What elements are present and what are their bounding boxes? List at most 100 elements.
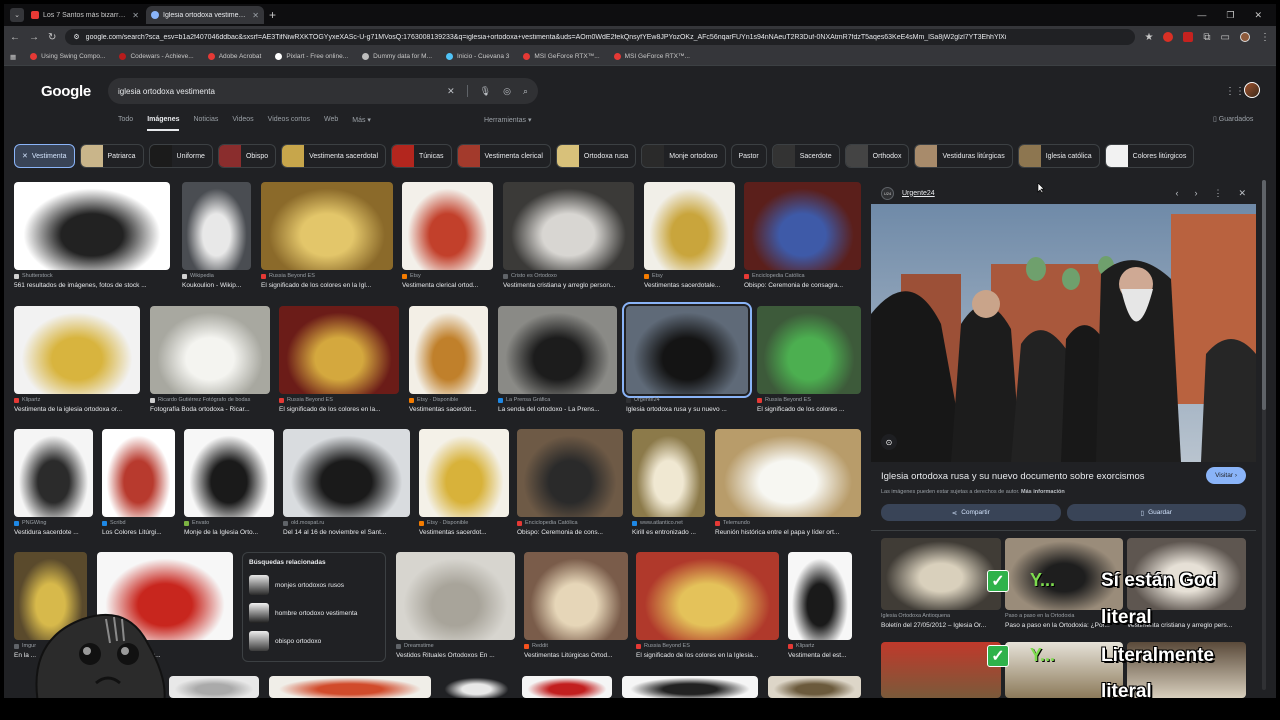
clear-search-icon[interactable]: ✕ (447, 86, 455, 97)
bookmark-item[interactable]: Using Swing Compo... (30, 53, 105, 60)
chip-pastor[interactable]: Pastor (730, 144, 767, 168)
result-thumbnail[interactable] (632, 429, 705, 517)
bookmark-item[interactable]: Codewars - Achieve... (119, 53, 194, 60)
profile-avatar[interactable] (1240, 32, 1250, 42)
lens-camera-icon[interactable]: ◎ (503, 86, 511, 97)
bookmark-item[interactable]: Pixlart - Free online... (275, 53, 348, 60)
result-title[interactable]: Koukoulion - Wikip... (182, 282, 251, 289)
result-title[interactable]: Kirill es entronizado ... (632, 529, 705, 536)
chip-obispo[interactable]: Obispo (217, 144, 277, 168)
apps-grid-icon[interactable]: ▦ (10, 53, 16, 61)
chip-vestimenta-clerical[interactable]: Vestimenta clerical (456, 144, 551, 168)
result-thumbnail[interactable] (402, 182, 493, 270)
result-title[interactable]: Obispo: Ceremonia de cons... (517, 529, 623, 536)
result-thumbnail[interactable] (503, 182, 634, 270)
more-info-link[interactable]: Más información (1021, 489, 1065, 495)
result-thumbnail[interactable] (409, 306, 488, 394)
more-options-icon[interactable]: ⋮ (1213, 188, 1222, 199)
scrollbar-thumb[interactable] (1262, 180, 1266, 410)
related-search-item[interactable]: monjes ortodoxos rusos (249, 574, 379, 596)
chip-monje-ortodoxo[interactable]: Monje ortodoxo (641, 144, 726, 168)
chip-sacerdote[interactable]: Sacerdote (771, 144, 840, 168)
result-thumbnail[interactable] (182, 182, 251, 270)
bookmark-item[interactable]: Inicio - Cuevana 3 (446, 53, 509, 60)
extension-red-icon[interactable] (1163, 32, 1174, 42)
account-avatar[interactable] (1244, 82, 1260, 98)
result-title[interactable]: Obispo: Ceremonia de consagra... (744, 282, 861, 289)
result-thumbnail[interactable] (14, 306, 140, 394)
back-icon[interactable]: ← (10, 32, 20, 43)
extension-adobe-icon[interactable] (1183, 32, 1194, 42)
result-thumbnail[interactable] (261, 182, 393, 270)
preview-title[interactable]: Iglesia ortodoxa rusa y su nuevo documen… (881, 471, 1145, 482)
microphone-icon[interactable]: 🎙︎ (480, 86, 491, 97)
result-title[interactable]: El significado de los colores en la... (279, 406, 399, 413)
tab-search-icon[interactable]: ⌄ (10, 8, 24, 22)
minimize-icon[interactable]: — (1197, 10, 1206, 21)
result-thumbnail[interactable] (283, 429, 410, 517)
result-title[interactable]: Fotografía Boda ortodoxa - Ricar... (150, 406, 270, 413)
chip-iglesia-católica[interactable]: Iglesia católica (1017, 144, 1100, 168)
previous-icon[interactable]: ‹ (1175, 188, 1178, 199)
next-icon[interactable]: › (1194, 188, 1197, 199)
close-preview-icon[interactable]: ✕ (1238, 188, 1246, 199)
result-thumbnail[interactable] (150, 306, 270, 394)
related-search-item[interactable]: obispo ortodoxo (249, 630, 379, 652)
result-title[interactable]: Monje de la Iglesia Orto... (184, 529, 274, 536)
related-search-item[interactable]: hombre ortodoxo vestimenta (249, 602, 379, 624)
related-thumbnail[interactable] (881, 642, 1001, 698)
result-thumbnail[interactable] (715, 429, 861, 517)
tab-videos[interactable]: Videos (232, 116, 253, 131)
browser-tab-active[interactable]: Iglesia ortodoxa vestimenta - B ✕ (146, 6, 264, 24)
result-thumbnail[interactable] (644, 182, 735, 270)
forward-icon[interactable]: → (29, 32, 39, 43)
tab-images[interactable]: Imágenes (147, 116, 180, 131)
result-title[interactable]: 561 resultados de imágenes, fotos de sto… (14, 282, 170, 289)
site-info-icon[interactable]: ⚙ (73, 33, 79, 41)
bookmark-star-icon[interactable]: ★ (1144, 32, 1153, 43)
bookmark-item[interactable]: MSI GeForce RTX™... (613, 53, 690, 60)
result-thumbnail[interactable] (788, 552, 852, 640)
chip-colores-litúrgicos[interactable]: Colores litúrgicos (1104, 144, 1195, 168)
search-icon[interactable]: ⌕ (523, 86, 528, 97)
result-title[interactable]: Vestimentas Litúrgicas Ortod... (524, 652, 628, 659)
result-thumbnail[interactable] (498, 306, 617, 394)
result-thumbnail[interactable] (169, 676, 259, 698)
result-thumbnail[interactable] (744, 182, 861, 270)
save-button[interactable]: ▯ Guardar (1066, 504, 1246, 521)
result-title[interactable]: Iglesia ortodoxa rusa y su nuevo ... (626, 406, 748, 413)
result-title[interactable]: Vestimenta cristiana y arreglo person... (503, 282, 634, 289)
result-thumbnail[interactable] (522, 676, 612, 698)
result-title[interactable]: Reunión histórica entre el papa y líder … (715, 529, 861, 536)
browser-tab[interactable]: Los 7 Santos más bizarros y cu ✕ (26, 6, 144, 24)
related-title[interactable]: Boletín del 27/05/2012 – Iglesia Or... (881, 622, 1001, 629)
menu-icon[interactable]: ⋮ (1260, 32, 1270, 43)
panel-scrollbar[interactable] (1262, 180, 1266, 690)
result-title[interactable]: Vestimenta de la iglesia ortodoxa or... (14, 406, 140, 413)
result-title[interactable]: Vestimentas sacerdotale... (644, 282, 735, 289)
result-thumbnail[interactable] (622, 302, 752, 398)
saved-button[interactable]: ▯ Guardados (1213, 115, 1253, 123)
bookmark-item[interactable]: Dummy data for M... (362, 53, 432, 60)
tab-all[interactable]: Todo (118, 116, 133, 131)
tab-web[interactable]: Web (324, 116, 338, 131)
result-title[interactable]: Los Colores Litúrgi... (102, 529, 175, 536)
tools-button[interactable]: Herramientas ▾ (484, 116, 531, 124)
close-tab-icon[interactable]: ✕ (252, 11, 259, 20)
tab-short-videos[interactable]: Videos cortos (268, 116, 310, 131)
share-button[interactable]: ⋖ Compartir (881, 504, 1061, 521)
result-title[interactable]: Vestimenta del est... (788, 652, 852, 659)
result-title[interactable]: Vestidura sacerdote ... (14, 529, 93, 536)
result-title[interactable]: Vestidos Rituales Ortodoxos En ... (396, 652, 515, 659)
result-title[interactable]: El significado de los colores en la Igle… (636, 652, 779, 659)
sidebar-icon[interactable]: ▭ (1221, 32, 1230, 43)
result-thumbnail[interactable] (419, 429, 509, 517)
chip-uniforme[interactable]: Uniforme (148, 144, 213, 168)
bookmark-item[interactable]: Adobe Acrobat (207, 53, 261, 60)
result-title[interactable]: Vestimentas sacerdot... (419, 529, 509, 536)
result-title[interactable]: El significado de los colores ... (757, 406, 861, 413)
google-logo[interactable]: Google (41, 83, 91, 100)
close-tab-icon[interactable]: ✕ (132, 11, 139, 20)
result-thumbnail[interactable] (524, 552, 628, 640)
result-thumbnail[interactable] (440, 676, 513, 698)
